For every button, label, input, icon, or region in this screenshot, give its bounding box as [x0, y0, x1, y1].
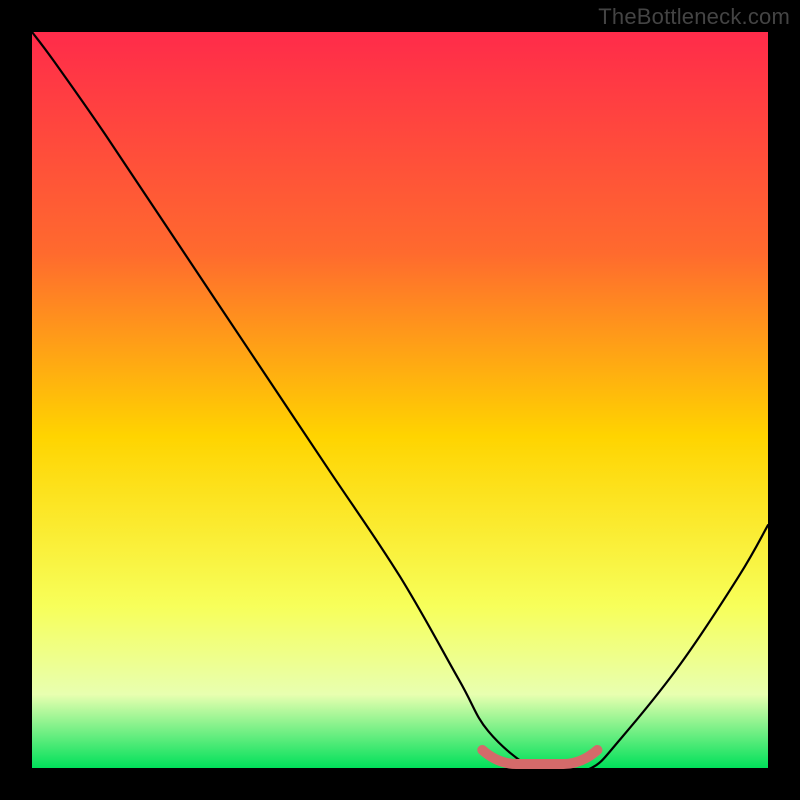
watermark-label: TheBottleneck.com	[598, 4, 790, 30]
chart-container: TheBottleneck.com	[0, 0, 800, 800]
plot-area	[32, 32, 768, 768]
bottleneck-chart	[0, 0, 800, 800]
